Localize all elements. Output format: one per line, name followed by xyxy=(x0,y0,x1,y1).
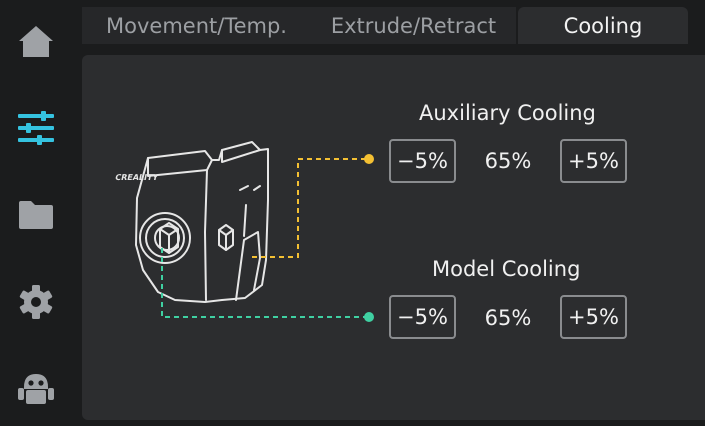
auxiliary-connector-line xyxy=(252,158,368,258)
extruder-illustration: CREALITY xyxy=(114,141,374,322)
model-cooling-value: 65% xyxy=(484,306,532,330)
auxiliary-connector-dot xyxy=(364,154,374,164)
auxiliary-increase-button[interactable]: +5% xyxy=(560,139,627,183)
auxiliary-cooling-value: 65% xyxy=(484,149,532,173)
auxiliary-decrease-button[interactable]: −5% xyxy=(389,139,456,183)
auxiliary-cooling-title: Auxiliary Cooling xyxy=(419,101,596,125)
model-cooling-title: Model Cooling xyxy=(432,257,581,281)
model-increase-button[interactable]: +5% xyxy=(560,295,627,339)
model-connector-dot xyxy=(364,312,374,322)
model-connector-line xyxy=(161,248,368,318)
model-decrease-button[interactable]: −5% xyxy=(389,295,456,339)
brand-logo: CREALITY xyxy=(114,172,159,182)
